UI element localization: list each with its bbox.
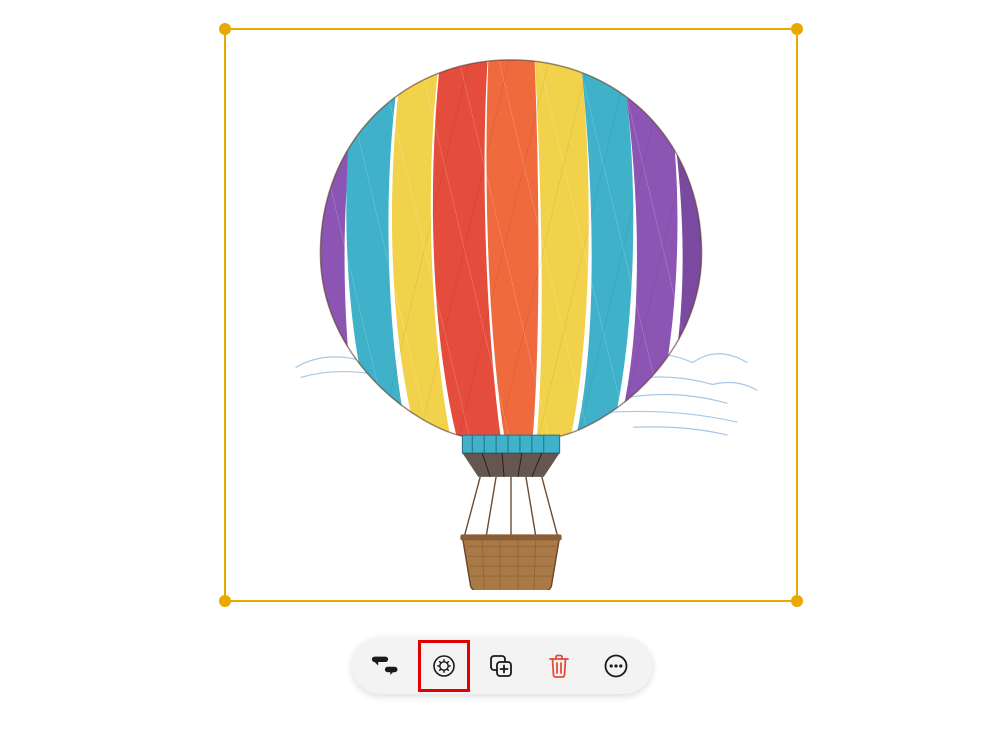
editor-stage xyxy=(0,0,1003,750)
settings-button[interactable] xyxy=(422,644,466,688)
more-button[interactable] xyxy=(594,644,638,688)
action-toolbar xyxy=(352,638,652,694)
feedback-button[interactable] xyxy=(365,644,409,688)
duplicate-icon xyxy=(488,653,514,679)
resize-handle-top-right[interactable] xyxy=(791,23,803,35)
hot-air-balloon-illustration xyxy=(236,40,786,590)
resize-handle-top-left[interactable] xyxy=(219,23,231,35)
more-icon xyxy=(603,653,629,679)
resize-handle-bottom-left[interactable] xyxy=(219,595,231,607)
feedback-icon xyxy=(372,654,402,678)
selection-frame[interactable] xyxy=(224,28,798,602)
settings-icon xyxy=(431,653,457,679)
duplicate-button[interactable] xyxy=(479,644,523,688)
resize-handle-bottom-right[interactable] xyxy=(791,595,803,607)
delete-button[interactable] xyxy=(537,644,581,688)
delete-icon xyxy=(547,653,571,679)
canvas-artwork xyxy=(236,40,786,590)
